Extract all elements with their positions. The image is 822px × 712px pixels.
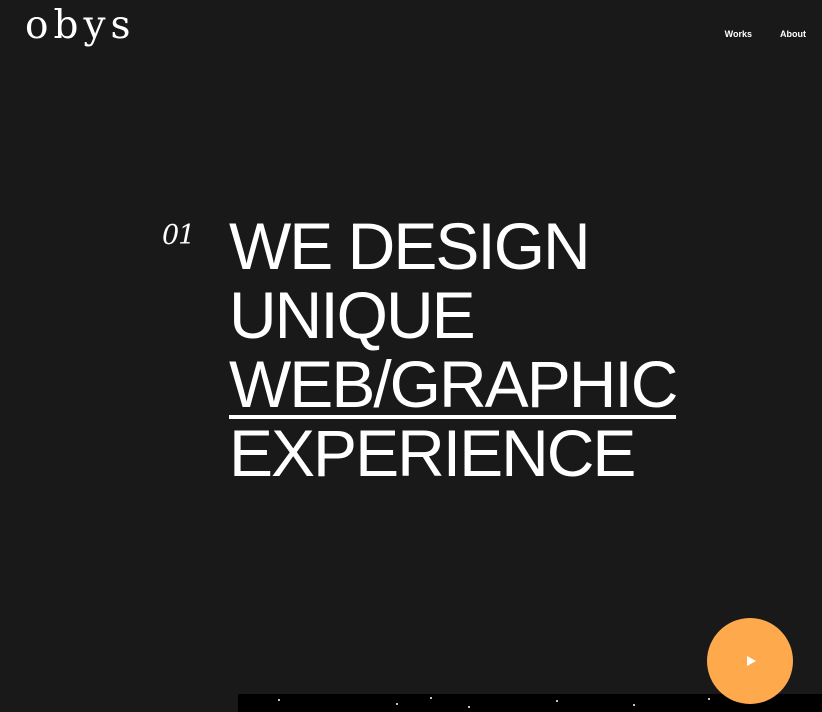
hero-headline: WE DESIGN UNIQUE WEB/GRAPHIC EXPERIENCE [229,209,678,490]
logo[interactable]: obys [25,6,136,45]
headline-line-1: WE DESIGN [229,209,591,283]
star-dot [708,698,710,700]
star-dot [396,703,398,705]
headline-line-3-underlined: WEB/GRAPHIC [229,347,678,421]
nav-link-works[interactable]: Works [725,29,752,39]
main-nav: Works About [725,29,806,39]
play-button[interactable] [707,618,793,704]
star-dot [278,699,280,701]
star-dot [556,700,558,702]
star-dot [468,706,470,708]
headline-line-3: WEB/GRAPHIC [229,347,678,421]
star-dot [430,697,432,699]
hero-number: 01 [162,220,195,251]
headline-line-2: UNIQUE [229,278,476,352]
play-icon [747,656,756,666]
nav-link-about[interactable]: About [780,29,806,39]
headline-line-4: EXPERIENCE [229,416,636,490]
star-dot [633,704,635,706]
